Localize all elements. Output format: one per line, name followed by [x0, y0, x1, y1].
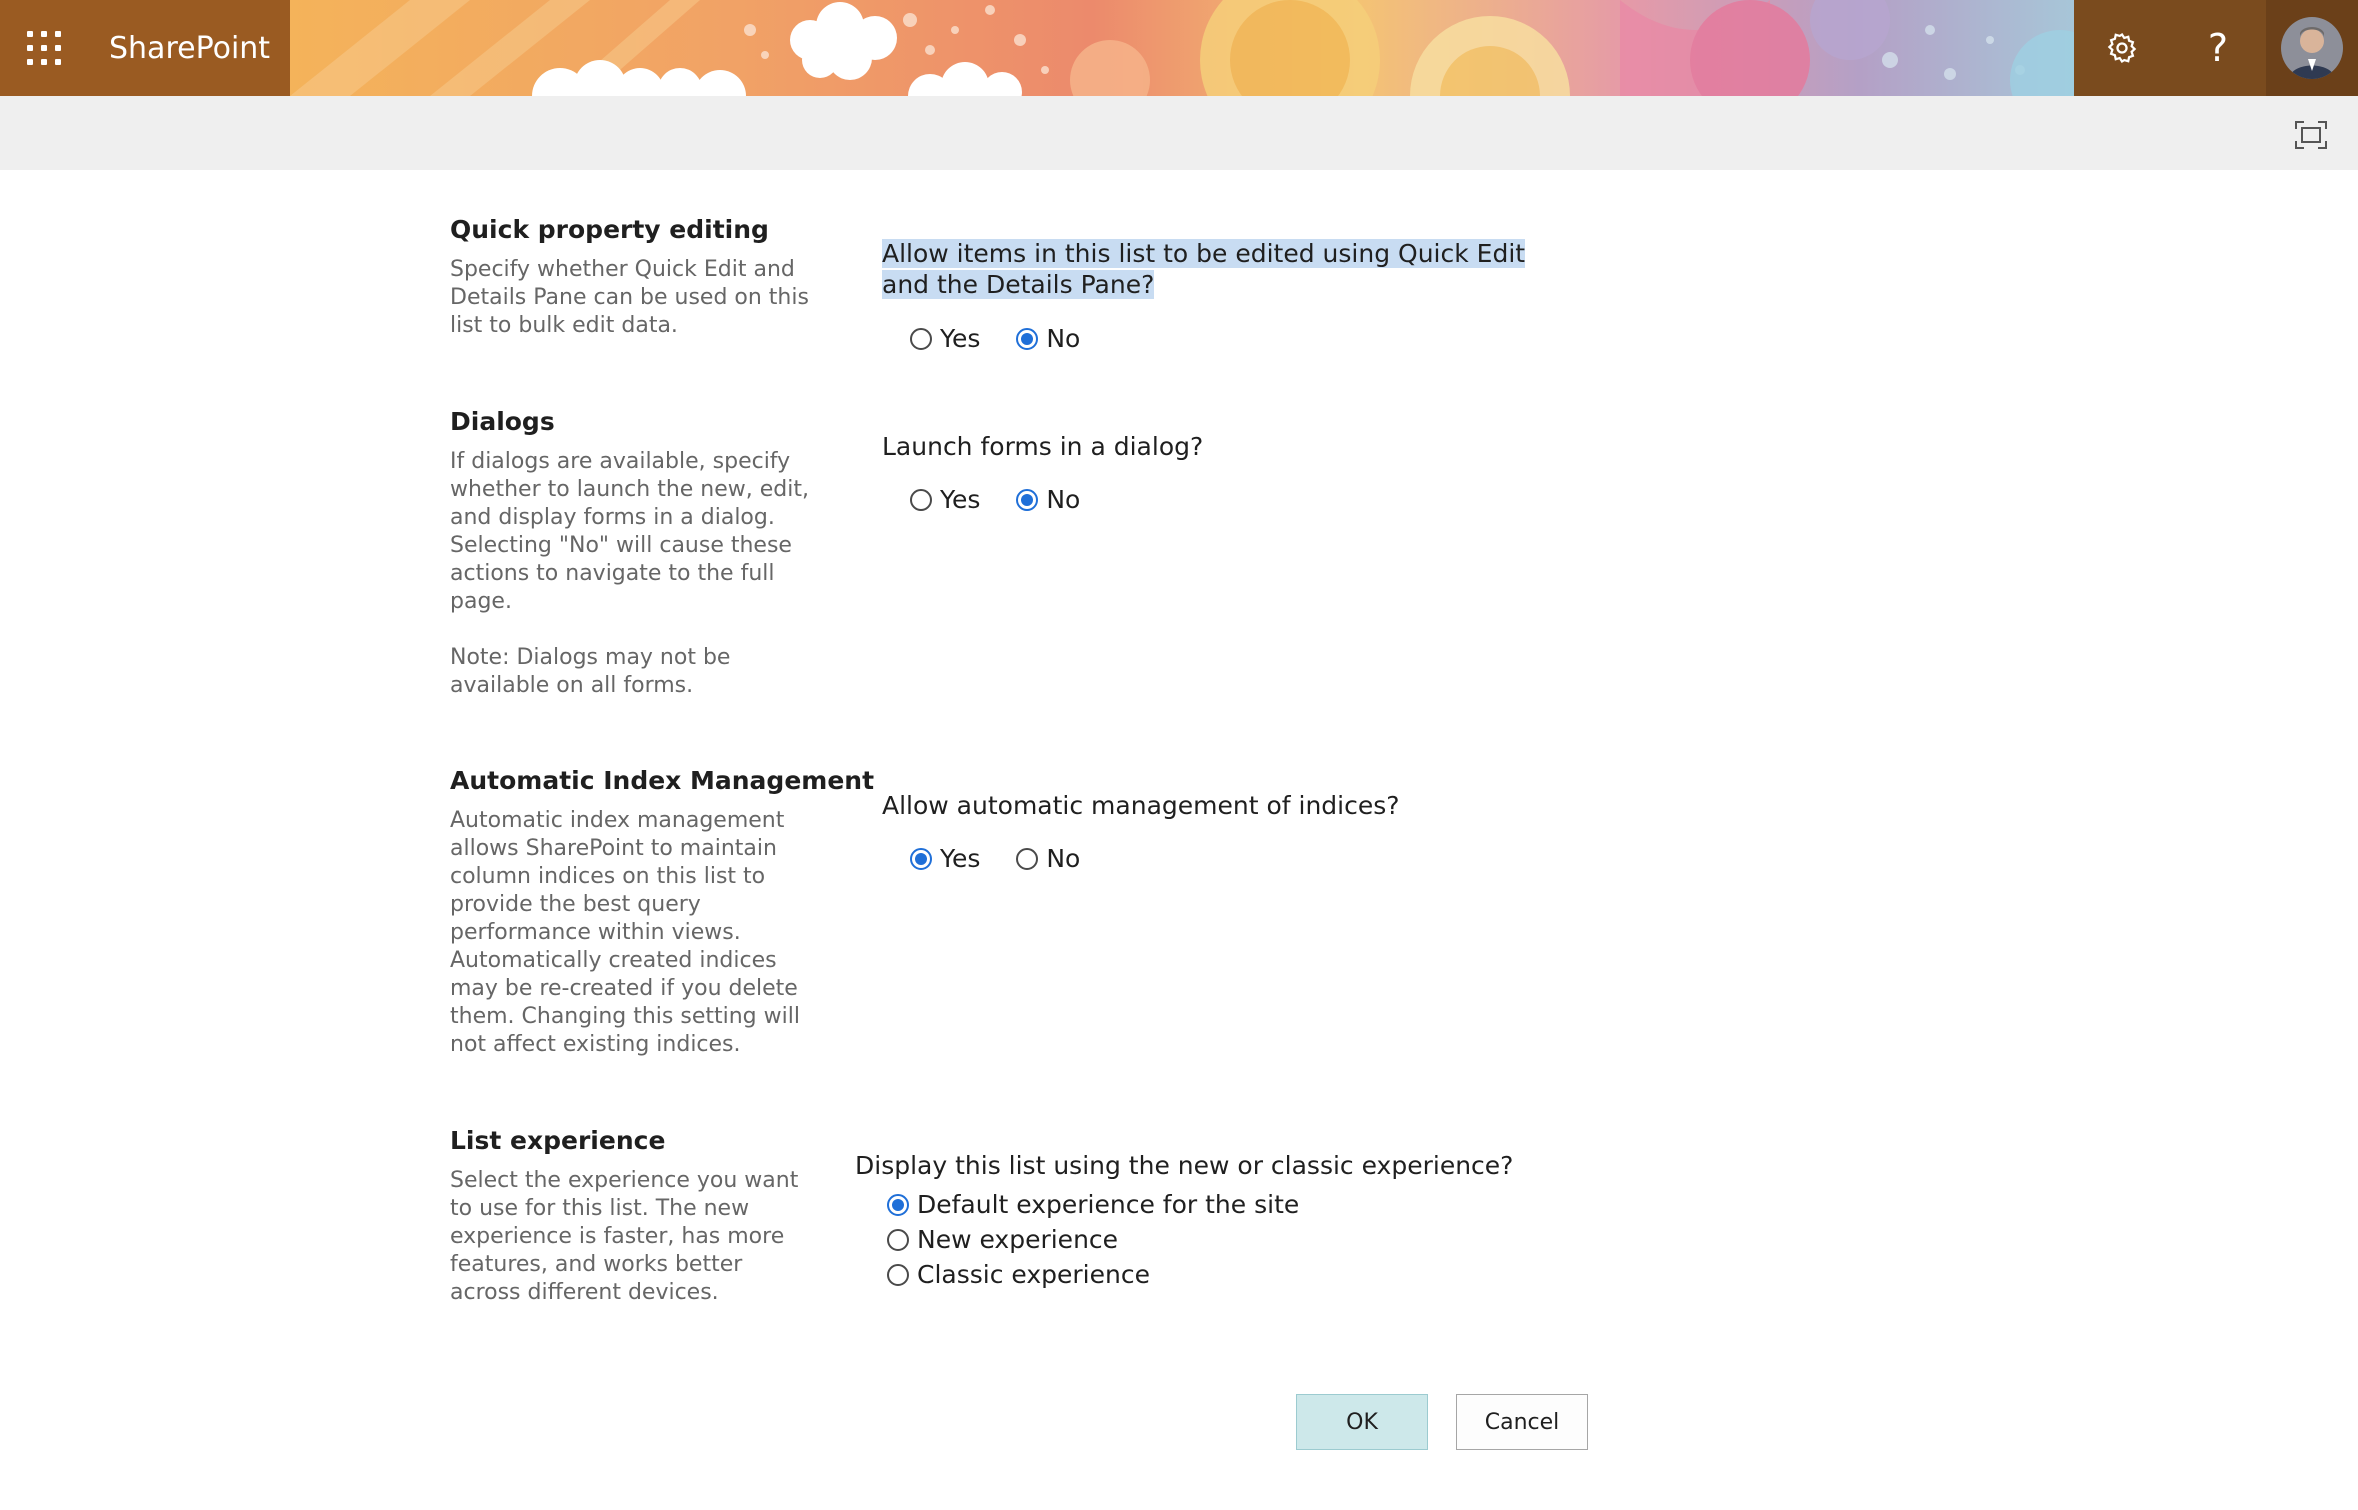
- index-yes-radio[interactable]: Yes: [910, 844, 980, 873]
- suite-bar: SharePoint ?: [0, 0, 2358, 96]
- dialogs-no-radio[interactable]: No: [1016, 485, 1080, 514]
- app-name[interactable]: SharePoint: [109, 31, 270, 66]
- quick-edit-no-radio[interactable]: No: [1016, 324, 1080, 353]
- dialogs-note: Note: Dialogs may not be available on al…: [450, 645, 731, 698]
- index-radio-group: Yes No: [910, 844, 1116, 873]
- quick-edit-radio-group: Yes No: [910, 324, 1116, 353]
- cancel-button[interactable]: Cancel: [1456, 1394, 1588, 1450]
- gear-icon: [2107, 32, 2137, 64]
- question-mark-icon: ?: [2207, 26, 2229, 70]
- focus-mode-icon: [2295, 121, 2327, 149]
- dialogs-yes-radio[interactable]: Yes: [910, 485, 980, 514]
- header-actions: ?: [2074, 0, 2358, 96]
- classic-experience-radio[interactable]: Classic experience: [887, 1260, 1299, 1289]
- section-description: If dialogs are available, specify whethe…: [450, 449, 809, 698]
- focus-mode-button[interactable]: [2294, 120, 2328, 150]
- index-question: Allow automatic management of indices?: [882, 791, 1400, 820]
- header-banner-art: [290, 0, 2074, 96]
- section-description: Specify whether Quick Edit and Details P…: [450, 257, 809, 338]
- default-experience-radio[interactable]: Default experience for the site: [887, 1190, 1299, 1219]
- new-experience-radio[interactable]: New experience: [887, 1225, 1299, 1254]
- ok-button[interactable]: OK: [1296, 1394, 1428, 1450]
- account-area: [2266, 0, 2358, 96]
- dialogs-question: Launch forms in a dialog?: [882, 432, 1204, 461]
- quick-edit-question: Allow items in this list to be edited us…: [882, 239, 1526, 299]
- brand-area: SharePoint: [0, 0, 290, 96]
- quick-edit-yes-radio[interactable]: Yes: [910, 324, 980, 353]
- section-description: Automatic index management allows ShareP…: [450, 808, 800, 1057]
- help-button[interactable]: ?: [2170, 0, 2266, 96]
- settings-button[interactable]: [2074, 0, 2170, 96]
- list-experience-radio-group: Default experience for the site New expe…: [887, 1190, 1335, 1295]
- app-launcher-icon[interactable]: [27, 31, 61, 65]
- index-no-radio[interactable]: No: [1016, 844, 1080, 873]
- user-avatar[interactable]: [2281, 17, 2343, 79]
- section-description: Select the experience you want to use fo…: [450, 1168, 799, 1305]
- command-bar: [0, 96, 2358, 170]
- dialogs-radio-group: Yes No: [910, 485, 1116, 514]
- list-experience-question: Display this list using the new or class…: [855, 1151, 1514, 1180]
